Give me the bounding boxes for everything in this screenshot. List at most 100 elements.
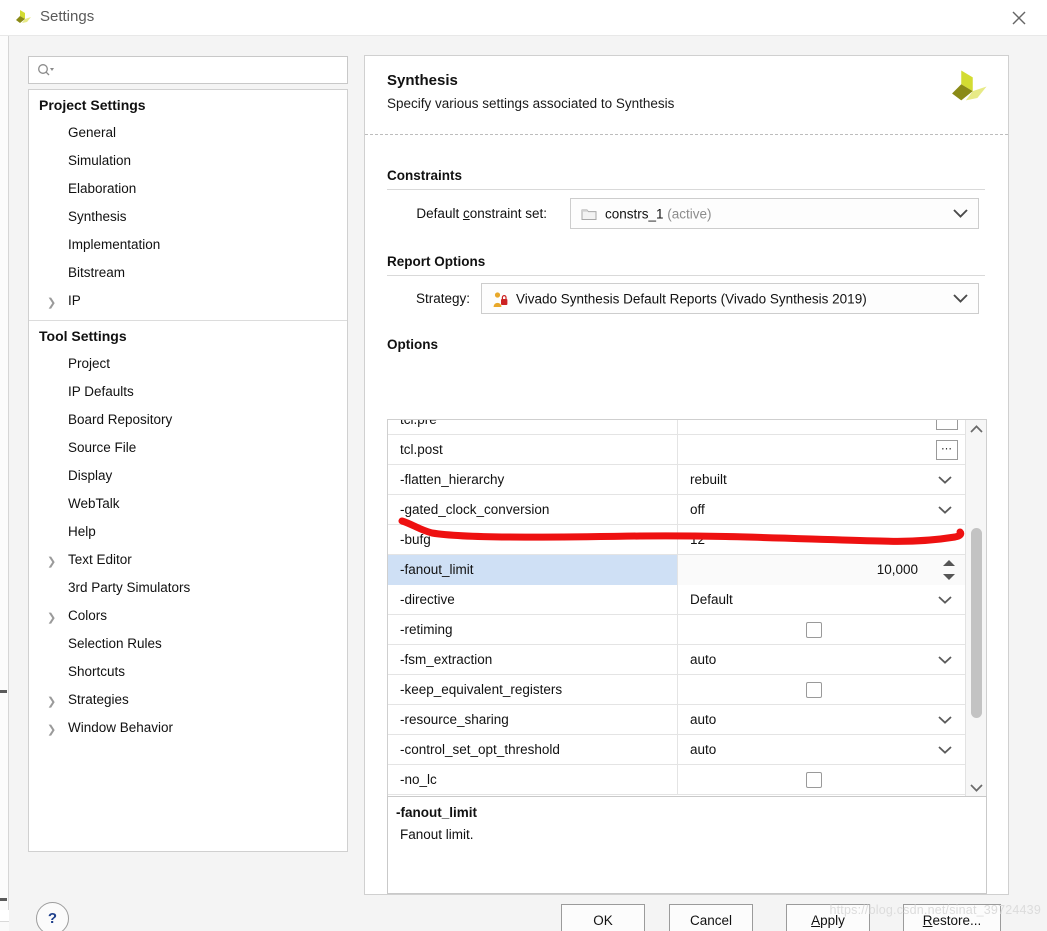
option-value[interactable]: auto (678, 645, 966, 675)
sidebar-item-strategies[interactable]: ❯ Strategies (29, 686, 347, 714)
options-rows: tcl.pre ⋯ tcl.post ⋯ (388, 420, 966, 795)
chevron-down-icon (953, 290, 968, 308)
table-row[interactable]: -directive Default (388, 584, 966, 615)
option-value-text: Default (690, 591, 733, 607)
section-rule-constraints (387, 189, 985, 190)
sidebar-item-implementation[interactable]: Implementation (29, 231, 347, 259)
option-value[interactable]: ⋯ (678, 435, 966, 465)
table-row[interactable]: -keep_equivalent_registers (388, 674, 966, 705)
section-heading-report-options: Report Options (387, 254, 486, 269)
quantity-stepper[interactable] (942, 559, 956, 581)
sidebar-item-board-repository[interactable]: Board Repository (29, 406, 347, 434)
option-value[interactable] (678, 765, 966, 795)
cancel-button[interactable]: Cancel (669, 904, 753, 931)
option-value-text: auto (690, 651, 717, 667)
option-name: tcl.pre (388, 420, 678, 435)
scroll-up-icon[interactable] (966, 420, 986, 440)
section-heading-options: Options (387, 337, 438, 352)
sidebar-item-3rd-party-simulators[interactable]: 3rd Party Simulators (29, 574, 347, 602)
option-checkbox[interactable] (806, 681, 822, 698)
sidebar-item-label: Selection Rules (68, 636, 162, 651)
default-constraint-set-label: Default constraint set: (416, 206, 547, 221)
option-value[interactable]: auto (678, 735, 966, 765)
table-row[interactable]: tcl.pre ⋯ (388, 420, 966, 435)
sidebar-item-ip[interactable]: ❯ IP (29, 287, 347, 315)
settings-nav-list[interactable]: Project Settings General Simulation Elab… (28, 89, 348, 852)
table-row[interactable]: -retiming (388, 614, 966, 645)
table-row[interactable]: -resource_sharing auto (388, 704, 966, 735)
strategy-lock-icon (492, 291, 508, 313)
option-value[interactable]: Default (678, 585, 966, 615)
sidebar-item-label: 3rd Party Simulators (68, 580, 191, 595)
option-value[interactable]: ⋯ (678, 420, 966, 435)
table-row[interactable]: -flatten_hierarchy rebuilt (388, 464, 966, 495)
nav-group-title-tool-settings: Tool Settings (39, 328, 127, 344)
option-checkbox[interactable] (806, 771, 822, 788)
nav-group-title-project-settings: Project Settings (39, 97, 146, 113)
sidebar-item-synthesis[interactable]: Synthesis (29, 203, 347, 231)
sidebar-item-label: Bitstream (68, 265, 126, 280)
table-row[interactable]: tcl.post ⋯ (388, 434, 966, 465)
table-row[interactable]: -bufg 12 (388, 524, 966, 555)
close-icon[interactable] (999, 4, 1039, 32)
background-window-marker (0, 898, 7, 901)
constraint-set-name: constrs_1 (605, 206, 664, 221)
stepper-up-icon[interactable] (943, 559, 955, 566)
table-row[interactable]: -gated_clock_conversion off (388, 494, 966, 525)
chevron-down-icon (938, 735, 952, 765)
sidebar-item-bitstream[interactable]: Bitstream (29, 259, 347, 287)
option-value[interactable]: rebuilt (678, 465, 966, 495)
option-name: -retiming (388, 614, 678, 645)
option-value[interactable] (678, 675, 966, 705)
sidebar-item-label: Synthesis (68, 209, 127, 224)
sidebar-item-label: Shortcuts (68, 664, 126, 679)
search-box[interactable] (28, 56, 348, 84)
sidebar-item-shortcuts[interactable]: Shortcuts (29, 658, 347, 686)
table-row[interactable]: -no_lc (388, 764, 966, 795)
sidebar-item-help[interactable]: Help (29, 518, 347, 546)
options-scrollbar[interactable] (965, 420, 986, 799)
sidebar-item-simulation[interactable]: Simulation (29, 147, 347, 175)
help-button[interactable]: ? (36, 902, 69, 931)
table-row[interactable]: -fsm_extraction auto (388, 644, 966, 675)
stepper-down-icon[interactable] (943, 573, 955, 580)
sidebar-item-display[interactable]: Display (29, 462, 347, 490)
table-row-selected[interactable]: -fanout_limit 10,000 (388, 554, 966, 585)
option-value[interactable]: off (678, 495, 966, 525)
sidebar-item-general[interactable]: General (29, 119, 347, 147)
table-row[interactable]: -control_set_opt_threshold auto (388, 734, 966, 765)
option-checkbox[interactable] (806, 621, 822, 638)
sidebar-item-label: Window Behavior (68, 720, 174, 735)
option-value[interactable] (678, 615, 966, 645)
sidebar-item-webtalk[interactable]: WebTalk (29, 490, 347, 518)
constraint-set-value: constrs_1 (active) (605, 206, 712, 221)
sidebar-item-elaboration[interactable]: Elaboration (29, 175, 347, 203)
option-value[interactable]: auto (678, 705, 966, 735)
sidebar-item-label: Help (68, 524, 96, 539)
scrollbar-thumb[interactable] (971, 528, 982, 718)
sidebar-item-label: Implementation (68, 237, 161, 252)
ok-button[interactable]: OK (561, 904, 645, 931)
sidebar-item-colors[interactable]: ❯ Colors (29, 602, 347, 630)
sidebar-item-label: Elaboration (68, 181, 137, 196)
option-value[interactable]: 12 (678, 525, 966, 555)
sidebar-item-text-editor[interactable]: ❯ Text Editor (29, 546, 347, 574)
sidebar-item-window-behavior[interactable]: ❯ Window Behavior (29, 714, 347, 742)
option-value-text: 12 (690, 531, 706, 547)
browse-button[interactable]: ⋯ (936, 420, 958, 430)
sidebar-item-selection-rules[interactable]: Selection Rules (29, 630, 347, 658)
search-input[interactable] (59, 57, 344, 83)
option-name: -gated_clock_conversion (388, 494, 678, 525)
sidebar-item-source-file[interactable]: Source File (29, 434, 347, 462)
browse-button[interactable]: ⋯ (936, 439, 958, 460)
default-constraint-set-dropdown[interactable]: constrs_1 (active) (570, 198, 979, 229)
option-name: -resource_sharing (388, 704, 678, 735)
option-name: -bufg (388, 524, 678, 555)
synthesis-options-table[interactable]: tcl.pre ⋯ tcl.post ⋯ (387, 419, 987, 800)
sidebar-item-ip-defaults[interactable]: IP Defaults (29, 378, 347, 406)
vivado-logo-icon (944, 66, 990, 114)
sidebar-item-project[interactable]: Project (29, 350, 347, 378)
option-name: -control_set_opt_threshold (388, 734, 678, 765)
strategy-dropdown[interactable]: Vivado Synthesis Default Reports (Vivado… (481, 283, 979, 314)
option-value[interactable]: 10,000 (678, 554, 966, 585)
